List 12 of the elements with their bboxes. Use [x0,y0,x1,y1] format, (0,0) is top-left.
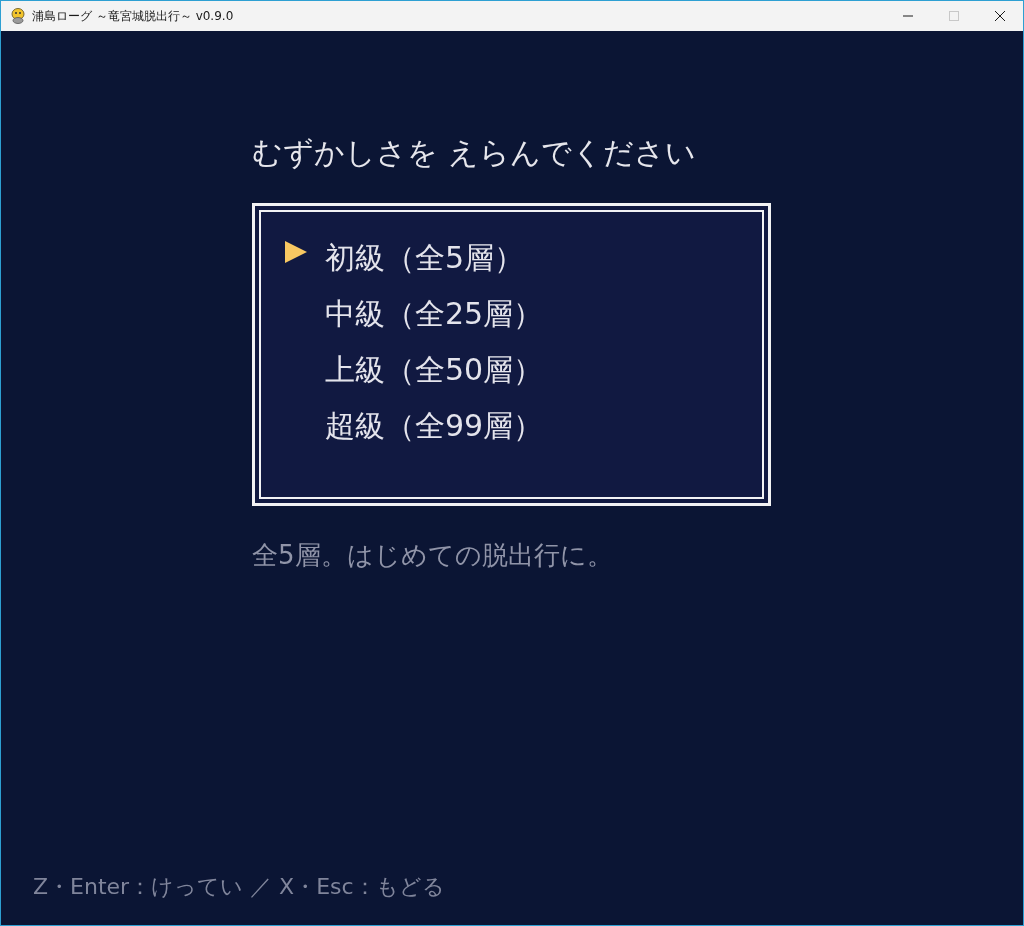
controls-hint: Z・Enter：けってい ／ X・Esc：もどる [33,873,445,901]
app-icon [10,8,26,24]
difficulty-option[interactable]: 初級（全5層） [285,230,525,286]
difficulty-option[interactable]: 中級（全25層） [285,286,544,342]
difficulty-description: 全5層。はじめての脱出行に。 [252,539,613,571]
difficulty-option[interactable]: 超級（全99層） [285,398,544,454]
window-title: 浦島ローグ ～竜宮城脱出行～ v0.9.0 [32,7,234,25]
difficulty-option[interactable]: 上級（全50層） [285,342,544,398]
cursor-arrow-icon [285,241,307,263]
screen-heading: むずかしさを えらんでください [252,135,696,171]
maximize-icon [949,11,959,21]
close-icon [995,11,1005,21]
